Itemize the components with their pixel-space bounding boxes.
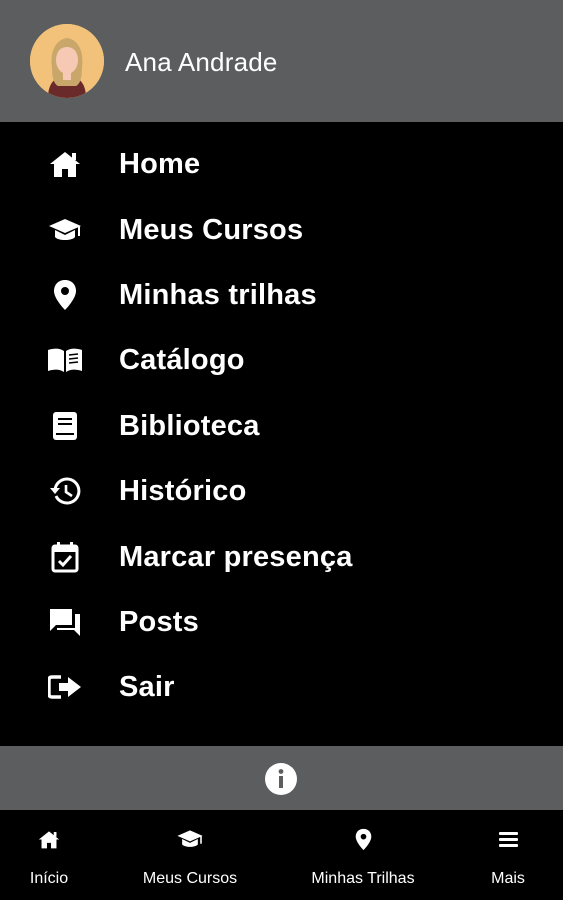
drawer-header: Ana Andrade: [0, 0, 563, 122]
user-name: Ana Andrade: [125, 47, 278, 77]
sign-out-icon: [47, 669, 83, 705]
menu-item-marcar-presenca[interactable]: Marcar presença: [0, 526, 563, 588]
menu-item-catalogo[interactable]: Catálogo: [0, 329, 563, 391]
bottom-nav-mais[interactable]: Mais: [480, 810, 536, 900]
menu-item-posts[interactable]: Posts: [0, 591, 563, 653]
menu-item-label: Minhas trilhas: [119, 278, 317, 311]
user-avatar-icon: [30, 24, 104, 98]
avatar[interactable]: [30, 24, 104, 98]
info-icon[interactable]: [264, 762, 298, 796]
bottom-nav-meus-cursos[interactable]: Meus Cursos: [130, 810, 250, 900]
book-icon: [47, 408, 83, 444]
map-pin-icon: [47, 277, 83, 313]
navigation-drawer-menu: Home Meus Cursos Minhas trilhas Catálogo…: [0, 122, 563, 746]
bottom-nav-label: Minhas Trilhas: [311, 870, 415, 887]
menu-item-label: Biblioteca: [119, 409, 260, 442]
menu-item-minhas-trilhas[interactable]: Minhas trilhas: [0, 264, 563, 326]
bottom-nav-label: Início: [29, 870, 69, 887]
bottom-nav-minhas-trilhas[interactable]: Minhas Trilhas: [298, 810, 428, 900]
graduation-cap-icon: [175, 826, 205, 852]
bottom-nav-label: Meus Cursos: [142, 870, 238, 887]
menu-item-historico[interactable]: Histórico: [0, 460, 563, 522]
bottom-nav-inicio[interactable]: Início: [8, 810, 90, 900]
menu-item-home[interactable]: Home: [0, 133, 563, 195]
menu-item-biblioteca[interactable]: Biblioteca: [0, 395, 563, 457]
menu-item-label: Home: [119, 147, 201, 180]
map-pin-icon: [353, 826, 373, 852]
graduation-cap-icon: [47, 212, 83, 248]
calendar-check-icon: [47, 539, 83, 575]
bottom-navigation: Início Meus Cursos Minhas Trilhas Mais: [0, 810, 563, 900]
menu-item-label: Catálogo: [119, 343, 245, 376]
history-icon: [47, 473, 83, 509]
menu-item-label: Histórico: [119, 474, 247, 507]
menu-item-label: Meus Cursos: [119, 213, 304, 246]
menu-item-meus-cursos[interactable]: Meus Cursos: [0, 199, 563, 261]
bottom-nav-label: Mais: [491, 870, 525, 887]
chat-bubbles-icon: [47, 604, 83, 640]
menu-item-sair[interactable]: Sair: [0, 656, 563, 718]
menu-item-label: Posts: [119, 605, 199, 638]
home-icon: [38, 826, 60, 852]
menu-icon: [498, 826, 518, 852]
menu-item-label: Marcar presença: [119, 540, 353, 573]
home-icon: [47, 146, 83, 182]
menu-item-label: Sair: [119, 670, 175, 703]
open-book-icon: [47, 342, 83, 378]
